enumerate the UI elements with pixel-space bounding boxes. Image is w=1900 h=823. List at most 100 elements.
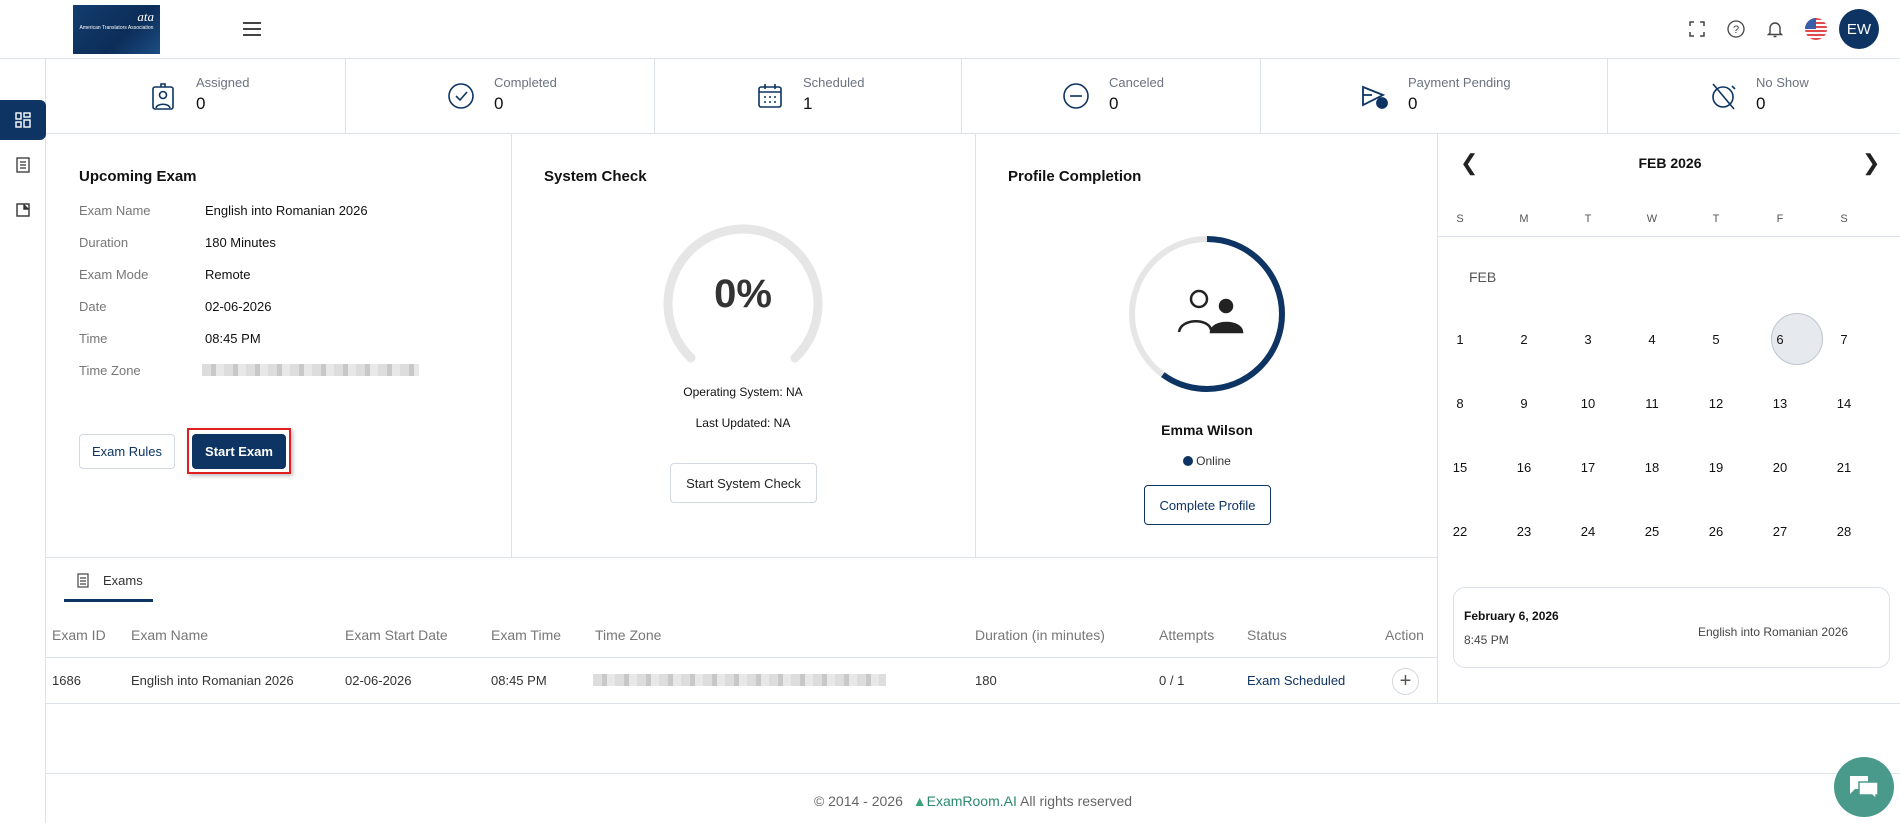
stat-canceled[interactable]: Canceled 0 <box>1061 59 1164 133</box>
list-icon <box>16 157 30 173</box>
help-icon[interactable]: ? <box>1724 17 1748 41</box>
time-label: Time <box>79 331 108 346</box>
calendar-day[interactable]: 19 <box>1696 460 1736 475</box>
check-circle-icon <box>448 83 474 109</box>
list-icon <box>77 573 89 588</box>
us-flag-icon[interactable] <box>1805 18 1827 40</box>
calendar-day[interactable]: 22 <box>1440 524 1480 539</box>
bell-icon[interactable] <box>1763 17 1787 41</box>
chat-button[interactable] <box>1834 757 1894 817</box>
calendar-weekday: M <box>1519 213 1529 225</box>
calendar-day[interactable]: 5 <box>1696 332 1736 347</box>
complete-profile-button[interactable]: Complete Profile <box>1144 485 1271 525</box>
col-time-zone: Time Zone <box>595 627 662 643</box>
calendar-day[interactable]: 11 <box>1632 396 1672 411</box>
calendar-weekday: S <box>1456 213 1464 225</box>
calendar-day[interactable]: 2 <box>1504 332 1544 347</box>
stat-assigned[interactable]: Assigned 0 <box>148 59 249 133</box>
footer-brand[interactable]: ExamRoom.AI <box>927 793 1017 809</box>
calendar-weekday: F <box>1776 213 1784 225</box>
col-exam-start-date: Exam Start Date <box>345 627 448 643</box>
avatar[interactable]: EW <box>1839 9 1879 49</box>
calendar-day[interactable]: 10 <box>1568 396 1608 411</box>
calendar-event-card[interactable]: February 6, 2026 8:45 PM English into Ro… <box>1453 587 1890 668</box>
exam-name-value: English into Romanian 2026 <box>205 203 368 218</box>
calendar-day[interactable]: 4 <box>1632 332 1672 347</box>
calendar-day[interactable]: 13 <box>1760 396 1800 411</box>
stat-completed[interactable]: Completed 0 <box>446 59 557 133</box>
calendar-day[interactable]: 14 <box>1824 396 1864 411</box>
profile-name: Emma Wilson <box>1161 422 1253 438</box>
badge-icon <box>152 83 174 110</box>
calendar-day[interactable]: 18 <box>1632 460 1672 475</box>
stat-payment-pending[interactable]: Payment Pending 0 <box>1360 59 1511 133</box>
footer-rights: All rights reserved <box>1020 793 1133 809</box>
calendar-day[interactable]: 20 <box>1760 460 1800 475</box>
calendar-day[interactable]: 23 <box>1504 524 1544 539</box>
calendar-weekday: S <box>1840 213 1848 225</box>
calendar-day[interactable]: 16 <box>1504 460 1544 475</box>
stat-no-show[interactable]: No Show 0 <box>1708 59 1809 133</box>
last-updated-text: Last Updated: NA <box>695 416 791 430</box>
col-attempts: Attempts <box>1159 627 1215 643</box>
event-name: English into Romanian 2026 <box>1698 625 1849 639</box>
active-tab-indicator <box>64 599 153 602</box>
cell-exam-date: 02-06-2026 <box>345 673 412 688</box>
calendar-month-title: FEB 2026 <box>1638 155 1702 171</box>
calendar-weekday: T <box>1712 213 1720 225</box>
plus-icon: + <box>1399 670 1412 692</box>
cell-exam-time: 08:45 PM <box>491 673 547 688</box>
dashboard-icon <box>15 112 31 128</box>
expand-row-button[interactable]: + <box>1392 668 1419 695</box>
online-status: Online <box>1057 454 1357 468</box>
system-check-percent: 0% <box>714 272 772 316</box>
duration-label: Duration <box>79 235 129 250</box>
fullscreen-icon[interactable] <box>1685 17 1709 41</box>
sidebar-item-exams[interactable] <box>0 145 46 185</box>
status-dot-icon <box>1183 456 1194 466</box>
sidebar-item-bookmark[interactable] <box>0 190 46 230</box>
calendar-day[interactable]: 28 <box>1824 524 1864 539</box>
next-month-icon[interactable]: ❯ <box>1862 150 1880 176</box>
start-exam-button[interactable]: Start Exam <box>192 434 286 469</box>
calendar-day[interactable]: 17 <box>1568 460 1608 475</box>
col-duration: Duration (in minutes) <box>975 627 1105 643</box>
calendar-day[interactable]: 25 <box>1632 524 1672 539</box>
calendar-day[interactable]: 24 <box>1568 524 1608 539</box>
calendar-day[interactable]: 12 <box>1696 396 1736 411</box>
calendar-day[interactable]: 21 <box>1824 460 1864 475</box>
calendar-day[interactable]: 27 <box>1760 524 1800 539</box>
time-value: 08:45 PM <box>205 331 261 346</box>
calendar-day[interactable]: 8 <box>1440 396 1480 411</box>
ata-logo[interactable]: ata American Translators Association <box>73 5 160 54</box>
calendar-day[interactable]: 9 <box>1504 396 1544 411</box>
event-time: 8:45 PM <box>1464 633 1509 647</box>
prev-month-icon[interactable]: ❮ <box>1460 150 1478 176</box>
top-header: ata American Translators Association ? EW <box>0 0 1900 59</box>
payment-clock-icon <box>1362 85 1388 109</box>
tab-exams[interactable]: Exams <box>77 573 143 588</box>
operating-system-text: Operating System: NA <box>683 385 803 399</box>
calendar-day[interactable]: 3 <box>1568 332 1608 347</box>
examroom-logo-icon: ▲ <box>912 793 927 809</box>
cell-time-zone-blurred <box>593 674 886 686</box>
calendar-icon <box>758 84 782 108</box>
minus-circle-icon <box>1063 83 1089 109</box>
calendar-day[interactable]: 26 <box>1696 524 1736 539</box>
col-action: Action <box>1385 627 1424 643</box>
date-value: 02-06-2026 <box>205 299 272 314</box>
sidebar-item-dashboard[interactable] <box>0 100 46 140</box>
col-exam-time: Exam Time <box>491 627 562 643</box>
start-system-check-button[interactable]: Start System Check <box>670 463 817 503</box>
calendar-day[interactable]: 6 <box>1760 332 1800 347</box>
stat-scheduled[interactable]: Scheduled 1 <box>755 59 864 133</box>
calendar-day[interactable]: 15 <box>1440 460 1480 475</box>
bookmark-icon <box>16 203 30 217</box>
calendar-day[interactable]: 7 <box>1824 332 1864 347</box>
calendar-day[interactable]: 1 <box>1440 332 1480 347</box>
profile-progress-ring <box>1129 236 1285 392</box>
status-text: Online <box>1196 454 1231 468</box>
exam-rules-button[interactable]: Exam Rules <box>79 434 175 469</box>
cell-exam-name: English into Romanian 2026 <box>131 673 294 688</box>
menu-icon[interactable] <box>240 17 264 41</box>
